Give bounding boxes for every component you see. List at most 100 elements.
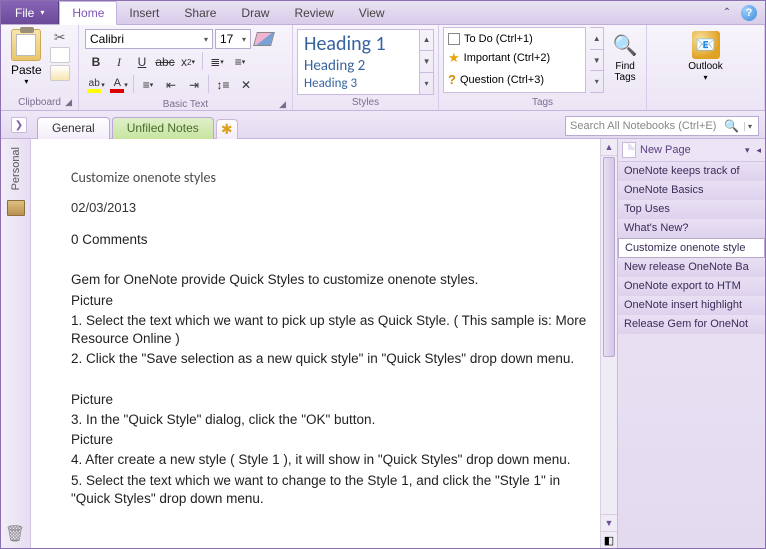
- tags-gallery: To Do (Ctrl+1) ★Important (Ctrl+2) ?Ques…: [443, 27, 586, 93]
- ribbon: Paste ▾ ✂ Clipboard ◢ Calibri ▾ 17: [1, 25, 765, 111]
- gallery-down-button[interactable]: ▼: [420, 51, 433, 73]
- page-list: OneNote keeps track ofOneNote BasicsTop …: [618, 162, 765, 548]
- gallery-down-button[interactable]: ▼: [590, 50, 603, 72]
- page-item[interactable]: What's New?: [618, 219, 765, 238]
- page-item[interactable]: OneNote keeps track of: [618, 162, 765, 181]
- search-icon: 🔍: [724, 119, 739, 133]
- checkbox-icon: [448, 33, 460, 45]
- cut-button[interactable]: ✂: [50, 29, 70, 45]
- indent-button[interactable]: ⇥: [183, 75, 205, 95]
- vertical-scrollbar[interactable]: ▲ ▼ ◧: [600, 139, 617, 548]
- numbering-button[interactable]: ≡▾: [229, 52, 251, 72]
- ribbon-tab-strip: File Home Insert Share Draw Review View …: [1, 1, 765, 25]
- style-heading2[interactable]: Heading 2: [304, 57, 413, 75]
- star-icon: ★: [448, 50, 460, 66]
- align-button[interactable]: ≡▾: [137, 75, 159, 95]
- page-item[interactable]: Release Gem for OneNot: [618, 315, 765, 334]
- tab-view[interactable]: View: [347, 1, 398, 24]
- bold-button[interactable]: B: [85, 52, 107, 72]
- copy-button[interactable]: [50, 47, 70, 63]
- notebook-tab-personal[interactable]: Personal: [10, 147, 22, 190]
- add-section-button[interactable]: ✱: [216, 119, 238, 139]
- font-family-value: Calibri: [90, 32, 124, 46]
- tab-draw[interactable]: Draw: [229, 1, 282, 24]
- help-icon[interactable]: ?: [741, 5, 757, 21]
- gallery-up-button[interactable]: ▲: [420, 30, 433, 52]
- search-placeholder: Search All Notebooks (Ctrl+E): [570, 120, 716, 132]
- section-tab-general[interactable]: General: [37, 117, 110, 139]
- paste-icon: [11, 29, 41, 61]
- minimize-ribbon-icon[interactable]: ⌃: [719, 5, 735, 21]
- group-tags: To Do (Ctrl+1) ★Important (Ctrl+2) ?Ques…: [439, 25, 647, 110]
- page-item[interactable]: OneNote Basics: [618, 181, 765, 200]
- tab-insert[interactable]: Insert: [117, 1, 172, 24]
- search-scope-dropdown[interactable]: ▾: [744, 122, 754, 131]
- section-tab-unfiled[interactable]: Unfiled Notes: [112, 117, 214, 139]
- find-tags-button[interactable]: 🔍 Find Tags: [608, 27, 642, 83]
- notebook-icon[interactable]: [7, 200, 25, 216]
- page-item[interactable]: OneNote export to HTM: [618, 277, 765, 296]
- chevron-down-icon: ▾: [242, 35, 246, 44]
- font-color-button[interactable]: A▾: [108, 75, 130, 95]
- expand-nav-button[interactable]: ❯: [11, 117, 27, 133]
- tab-home[interactable]: Home: [59, 1, 117, 25]
- note-body[interactable]: 0 Comments Gem for OneNote provide Quick…: [71, 231, 597, 508]
- bullets-button[interactable]: ≣▾: [206, 52, 228, 72]
- note-canvas[interactable]: Customize onenote styles 02/03/2013 0 Co…: [31, 139, 617, 548]
- paste-label: Paste: [11, 63, 42, 77]
- subscript-button[interactable]: x2▾: [177, 52, 199, 72]
- group-clipboard: Paste ▾ ✂ Clipboard ◢: [1, 25, 79, 110]
- styles-gallery[interactable]: Heading 1 Heading 2 Heading 3: [297, 29, 420, 95]
- page-pane-collapse[interactable]: ◂: [756, 145, 761, 156]
- gallery-more-button[interactable]: ▾: [420, 73, 433, 94]
- question-icon: ?: [448, 72, 456, 87]
- chevron-down-icon: ▾: [703, 73, 707, 82]
- page-list-pane: New Page ▾ ◂ OneNote keeps track ofOneNo…: [617, 139, 765, 548]
- group-label-clipboard: Clipboard: [18, 96, 61, 110]
- group-label-basictext: Basic Text: [163, 98, 208, 112]
- outdent-button[interactable]: ⇤: [160, 75, 182, 95]
- page-title[interactable]: Customize onenote styles: [71, 169, 597, 186]
- font-family-select[interactable]: Calibri ▾: [85, 29, 213, 49]
- font-size-select[interactable]: 17 ▾: [215, 29, 251, 49]
- style-heading1[interactable]: Heading 1: [304, 32, 413, 56]
- tab-review[interactable]: Review: [282, 1, 346, 24]
- search-tag-icon: 🔍: [611, 31, 639, 59]
- scroll-down-button[interactable]: ▼: [601, 514, 617, 531]
- new-page-dropdown[interactable]: ▾: [745, 145, 750, 156]
- clipboard-dialog-launcher[interactable]: ◢: [65, 97, 74, 110]
- page-options-button[interactable]: ◧: [601, 531, 617, 548]
- group-basic-text: Calibri ▾ 17 ▾ B I U abc x2▾ ≣▾ ≡▾: [79, 25, 293, 110]
- file-tab[interactable]: File: [1, 1, 59, 24]
- strikethrough-button[interactable]: abc: [154, 52, 176, 72]
- tag-todo[interactable]: To Do (Ctrl+1): [446, 32, 583, 46]
- clear-formatting-button[interactable]: [253, 29, 275, 49]
- style-heading3[interactable]: Heading 3: [304, 76, 413, 91]
- tag-important[interactable]: ★Important (Ctrl+2): [446, 49, 583, 67]
- underline-button[interactable]: U: [131, 52, 153, 72]
- delete-button[interactable]: ✕: [235, 75, 257, 95]
- new-page-button[interactable]: New Page: [640, 144, 691, 156]
- page-item[interactable]: New release OneNote Ba: [618, 258, 765, 277]
- recycle-bin-button[interactable]: 🗑: [4, 523, 26, 545]
- search-input[interactable]: Search All Notebooks (Ctrl+E) 🔍 ▾: [565, 116, 759, 136]
- italic-button[interactable]: I: [108, 52, 130, 72]
- paste-button[interactable]: Paste ▾: [5, 27, 48, 88]
- tag-question[interactable]: ?Question (Ctrl+3): [446, 71, 583, 88]
- scroll-up-button[interactable]: ▲: [601, 139, 617, 156]
- page-item[interactable]: OneNote insert highlight: [618, 296, 765, 315]
- highlight-color-button[interactable]: ab▾: [85, 75, 107, 95]
- group-label-tags: Tags: [443, 96, 642, 110]
- tags-gallery-spinner: ▲ ▼ ▾: [590, 27, 604, 93]
- gallery-more-button[interactable]: ▾: [590, 71, 603, 92]
- page-item[interactable]: Customize onenote style: [618, 238, 765, 258]
- outlook-icon: 📧: [692, 31, 720, 59]
- paragraph-spacing-button[interactable]: ↕≡: [212, 75, 234, 95]
- tab-share[interactable]: Share: [172, 1, 229, 24]
- format-painter-button[interactable]: [50, 65, 70, 81]
- gallery-up-button[interactable]: ▲: [590, 28, 603, 50]
- scroll-thumb[interactable]: [603, 157, 615, 357]
- page-date: 02/03/2013: [71, 200, 597, 215]
- outlook-button[interactable]: 📧 Outlook▾: [681, 27, 731, 83]
- page-item[interactable]: Top Uses: [618, 200, 765, 219]
